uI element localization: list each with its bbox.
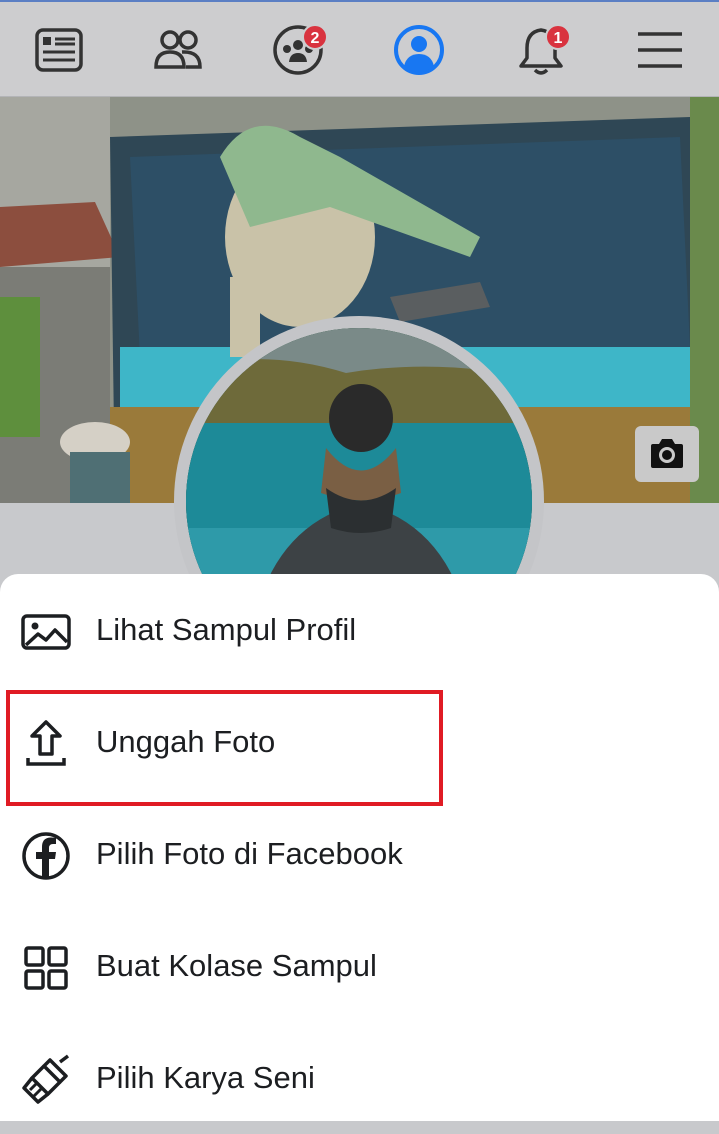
menu-item-label: Lihat Sampul Profil [96, 612, 357, 647]
notifications-badge: 1 [545, 24, 571, 50]
top-nav-bar: 2 1 [0, 0, 719, 97]
image-icon [20, 606, 72, 658]
nav-friends[interactable] [148, 20, 208, 80]
highlight-box [6, 690, 443, 806]
friends-icon [154, 30, 202, 69]
groups-badge: 2 [302, 24, 328, 50]
menu-item-label: Pilih Karya Seni [96, 1060, 315, 1095]
news-feed-icon [35, 28, 83, 72]
edit-cover-photo-button[interactable] [635, 426, 699, 482]
menu-item-choose-artwork[interactable]: Pilih Karya Seni [0, 1022, 719, 1134]
profile-icon [394, 25, 444, 75]
menu-item-create-collage[interactable]: Buat Kolase Sampul [0, 910, 719, 1022]
paintbrush-icon [20, 1054, 72, 1106]
facebook-icon [20, 830, 72, 882]
nav-news-feed[interactable] [29, 20, 89, 80]
grid-icon [20, 942, 72, 994]
hamburger-menu-icon [638, 32, 682, 68]
nav-profile[interactable] [389, 20, 449, 80]
camera-icon [651, 439, 683, 468]
nav-groups[interactable]: 2 [268, 20, 328, 80]
menu-item-choose-facebook-photo[interactable]: Pilih Foto di Facebook [0, 798, 719, 910]
menu-item-view-cover[interactable]: Lihat Sampul Profil [0, 574, 719, 686]
menu-item-label: Buat Kolase Sampul [96, 948, 377, 983]
menu-item-label: Pilih Foto di Facebook [96, 836, 403, 871]
nav-menu[interactable] [630, 20, 690, 80]
nav-notifications[interactable]: 1 [511, 20, 571, 80]
